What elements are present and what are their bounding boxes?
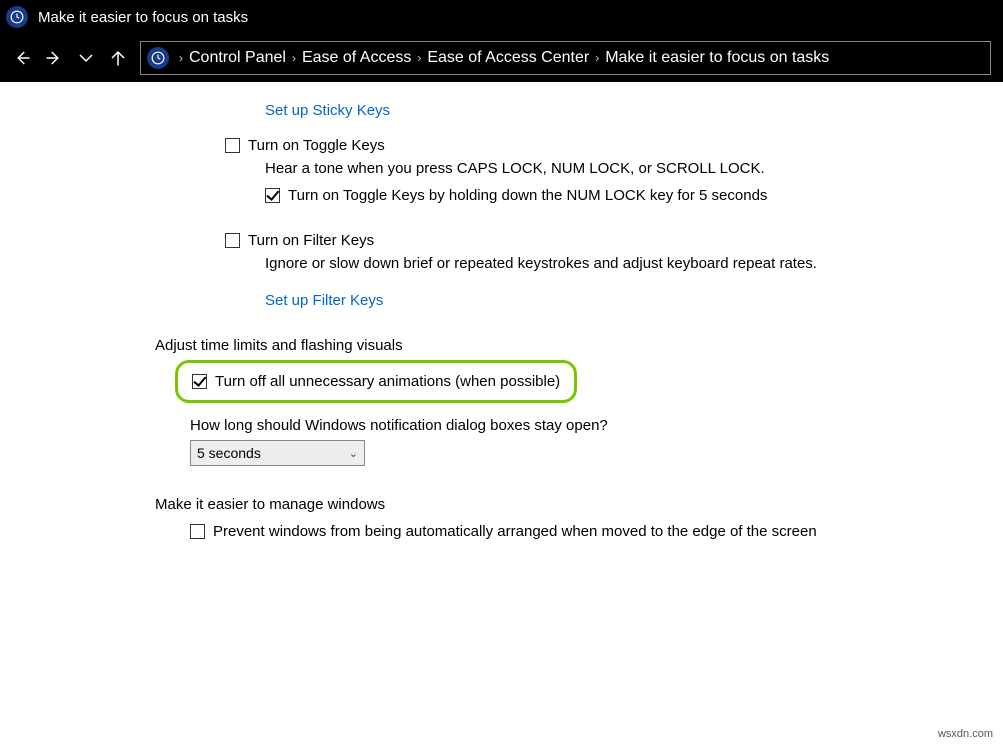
watermark: wsxdn.com — [938, 728, 993, 740]
checkbox-checked-icon[interactable] — [192, 374, 207, 389]
checkbox-unchecked-icon[interactable] — [190, 524, 205, 539]
toggle-keys-row[interactable]: Turn on Toggle Keys — [225, 137, 963, 154]
set-up-sticky-keys-link[interactable]: Set up Sticky Keys — [265, 102, 390, 119]
filter-keys-label: Turn on Filter Keys — [248, 232, 374, 249]
recent-dropdown[interactable] — [70, 42, 102, 74]
toggle-keys-label: Turn on Toggle Keys — [248, 137, 385, 154]
notification-duration-question: How long should Windows notification dia… — [190, 417, 963, 434]
chevron-down-icon: ⌄ — [349, 447, 358, 460]
breadcrumb-ease-of-access-center[interactable]: Ease of Access Center — [427, 49, 589, 67]
nav-bar: › Control Panel › Ease of Access › Ease … — [0, 34, 1003, 82]
ease-of-access-icon — [6, 6, 28, 28]
chevron-right-icon[interactable]: › — [595, 51, 599, 65]
chevron-right-icon[interactable]: › — [179, 51, 183, 65]
filter-keys-desc: Ignore or slow down brief or repeated ke… — [265, 255, 963, 272]
up-button[interactable] — [102, 42, 134, 74]
chevron-right-icon[interactable]: › — [417, 51, 421, 65]
breadcrumb-current: Make it easier to focus on tasks — [605, 49, 829, 67]
checkbox-checked-icon[interactable] — [265, 188, 280, 203]
content-area: Set up Sticky Keys Turn on Toggle Keys H… — [0, 82, 1003, 560]
section-manage-windows: Make it easier to manage windows — [155, 496, 963, 513]
notification-duration-select[interactable]: 5 seconds ⌄ — [190, 440, 365, 466]
highlighted-option: Turn off all unnecessary animations (whe… — [175, 360, 577, 403]
breadcrumb-control-panel[interactable]: Control Panel — [189, 49, 286, 67]
checkbox-unchecked-icon[interactable] — [225, 138, 240, 153]
back-button[interactable] — [6, 42, 38, 74]
toggle-keys-numlock-label: Turn on Toggle Keys by holding down the … — [288, 187, 767, 204]
address-bar[interactable]: › Control Panel › Ease of Access › Ease … — [140, 41, 991, 75]
prevent-arrange-row[interactable]: Prevent windows from being automatically… — [190, 523, 963, 540]
window-title: Make it easier to focus on tasks — [38, 9, 248, 26]
set-up-filter-keys-link[interactable]: Set up Filter Keys — [265, 292, 383, 309]
toggle-keys-desc: Hear a tone when you press CAPS LOCK, NU… — [265, 160, 963, 177]
breadcrumb-ease-of-access[interactable]: Ease of Access — [302, 49, 411, 67]
chevron-right-icon[interactable]: › — [292, 51, 296, 65]
title-bar: Make it easier to focus on tasks — [0, 0, 1003, 34]
forward-button[interactable] — [38, 42, 70, 74]
toggle-keys-numlock-row[interactable]: Turn on Toggle Keys by holding down the … — [265, 187, 963, 204]
checkbox-unchecked-icon[interactable] — [225, 233, 240, 248]
prevent-arrange-label: Prevent windows from being automatically… — [213, 523, 817, 540]
notification-duration-value: 5 seconds — [197, 445, 261, 461]
filter-keys-row[interactable]: Turn on Filter Keys — [225, 232, 963, 249]
turn-off-animations-label: Turn off all unnecessary animations (whe… — [215, 373, 560, 390]
ease-of-access-icon — [147, 47, 169, 69]
section-adjust-time-limits: Adjust time limits and flashing visuals — [155, 337, 963, 354]
